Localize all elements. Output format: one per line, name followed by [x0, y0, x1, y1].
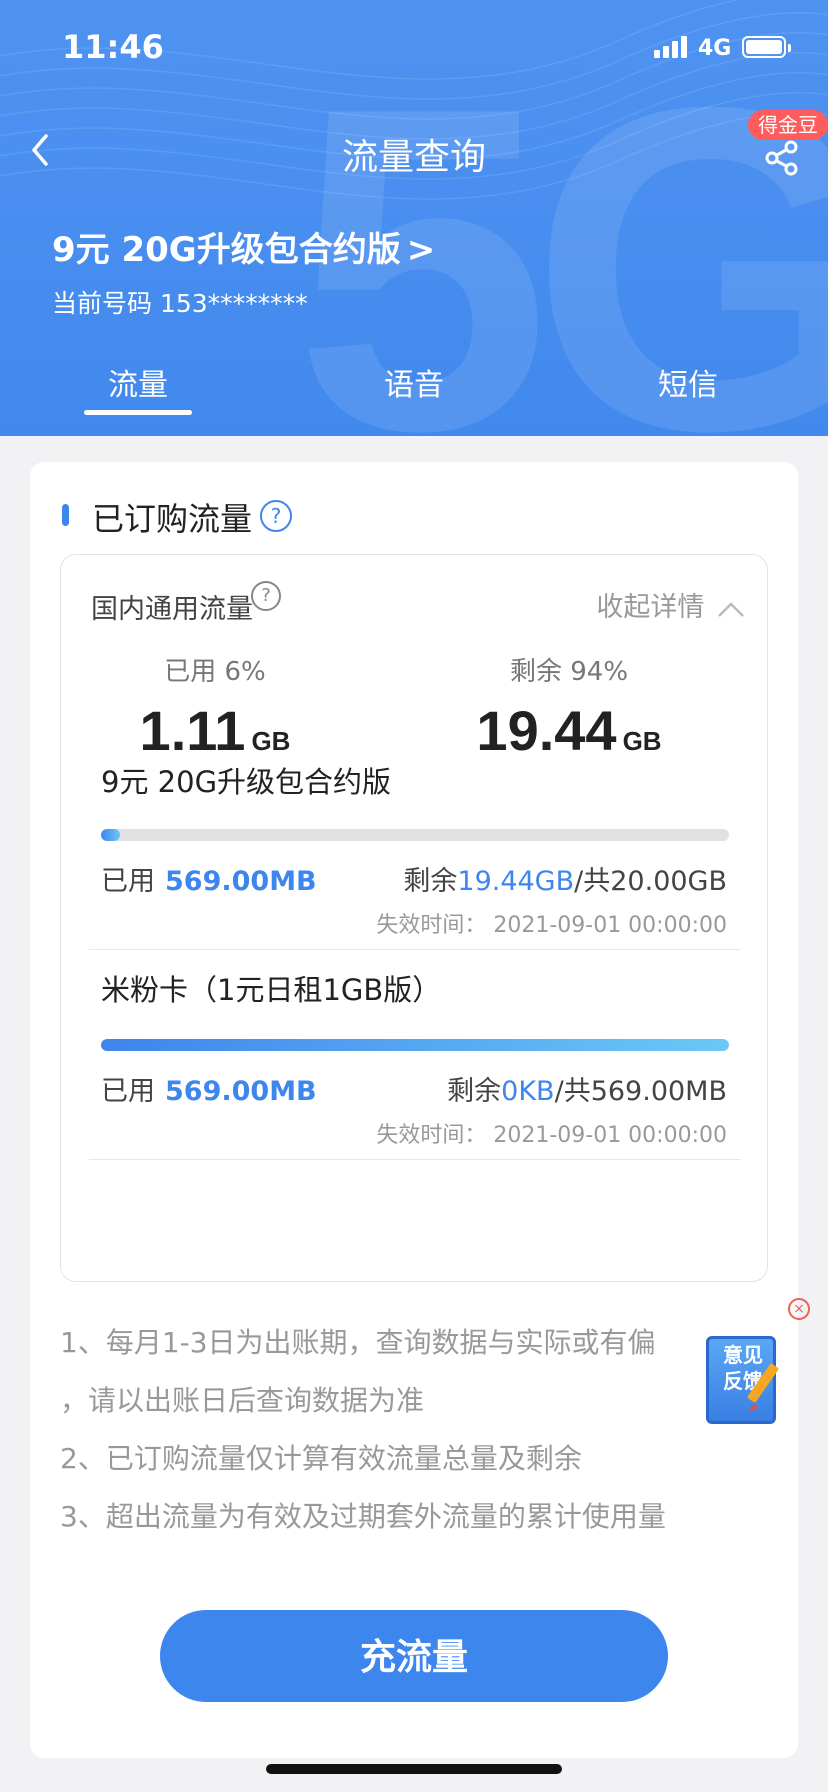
used-label: 已用	[101, 1076, 155, 1107]
tab-data[interactable]: 流量	[58, 360, 218, 404]
total-label: /共	[554, 1076, 591, 1107]
remain-label: 剩余	[447, 1076, 502, 1107]
status-time: 11:46	[62, 28, 164, 66]
phone-number: 153********	[159, 289, 308, 318]
package-expire: 失效时间： 2021-09-01 00:00:00	[376, 1123, 727, 1148]
note-item: 1、每月1-3日为出账期，查询数据与实际或有偏	[60, 1326, 656, 1359]
share-icon[interactable]	[764, 140, 800, 176]
domestic-data-title: 国内通用流量	[91, 594, 253, 625]
used-label: 已用	[101, 866, 155, 897]
domestic-help-icon[interactable]: ?	[251, 581, 281, 611]
package-expire: 失效时间： 2021-09-01 00:00:00	[376, 913, 727, 938]
total-value: 20.00GB	[610, 866, 727, 897]
current-phone: 当前号码 153********	[52, 284, 308, 320]
section-title: 已订购流量	[92, 500, 253, 538]
tab-voice[interactable]: 语音	[334, 360, 494, 404]
used-amount-value: 1.11	[139, 699, 246, 762]
divider	[89, 949, 741, 950]
battery-icon	[742, 36, 791, 58]
package-progress-fill	[101, 829, 120, 841]
package-remaining: 剩余0KB/共569.00MB	[447, 1069, 727, 1108]
plan-name-link[interactable]: 9元 20G升级包合约版 >	[52, 222, 435, 271]
note-item: ，请以出账日后查询数据为准	[60, 1384, 425, 1417]
plan-name-text: 9元 20G升级包合约版	[52, 230, 401, 270]
package-remaining: 剩余19.44GB/共20.00GB	[403, 859, 727, 898]
header: 5G 11:46 4G 流量查询 得金豆 9元 20G升级包合约版 > 当前号码 …	[0, 0, 828, 436]
phone-label: 当前号码	[52, 289, 153, 318]
package-used: 已用 569.00MB	[101, 1069, 317, 1108]
remaining-percent-label: 剩余 94%	[509, 657, 629, 687]
remain-value: 0KB	[501, 1076, 555, 1107]
total-value: 569.00MB	[590, 1076, 727, 1107]
package-progress-bar	[101, 829, 729, 841]
remaining-amount-value: 19.44	[476, 699, 617, 762]
remaining-stat: 剩余 94% 19.44 GB	[419, 651, 719, 763]
subscribed-data-card: 已订购流量 ? 国内通用流量 ? 收起详情 已用 6% 1.11 GB 剩余 94…	[30, 462, 810, 1758]
used-amount: 1.11 GB	[65, 698, 365, 763]
pencil-icon	[747, 1363, 779, 1412]
gold-bean-badge[interactable]: 得金豆	[748, 110, 828, 140]
total-label: /共	[574, 866, 611, 897]
chevron-up-icon	[718, 601, 744, 617]
package-progress-bar	[101, 1039, 729, 1051]
remaining-amount: 19.44 GB	[419, 698, 719, 763]
used-percent-label: 已用 6%	[164, 657, 266, 687]
package-name: 米粉卡（1元日租1GB版）	[101, 973, 442, 1007]
note-item: 2、已订购流量仅计算有效流量总量及剩余	[60, 1442, 582, 1475]
notes-list: 1、每月1-3日为出账期，查询数据与实际或有偏 ，请以出账日后查询数据为准 2、…	[60, 1314, 768, 1546]
collapse-label: 收起详情	[596, 592, 705, 623]
network-type: 4G	[698, 36, 732, 61]
tab-sms[interactable]: 短信	[608, 360, 768, 404]
help-icon[interactable]: ?	[260, 500, 292, 532]
used-stat: 已用 6% 1.11 GB	[65, 651, 365, 763]
used-value: 569.00MB	[165, 1076, 317, 1107]
remain-label: 剩余	[403, 866, 458, 897]
active-tab-indicator	[84, 410, 192, 415]
remain-value: 19.44GB	[457, 866, 575, 897]
note-item: 3、超出流量为有效及过期套外流量的累计使用量	[60, 1500, 666, 1533]
home-indicator	[266, 1764, 562, 1774]
chevron-right-icon: >	[406, 230, 436, 270]
used-value: 569.00MB	[165, 866, 317, 897]
feedback-button[interactable]: 意见 反馈	[706, 1330, 784, 1426]
page-title: 流量查询	[341, 137, 486, 178]
recharge-data-button[interactable]: 充流量	[160, 1610, 668, 1702]
signal-icon	[654, 36, 687, 58]
divider	[89, 1159, 741, 1160]
package-used: 已用 569.00MB	[101, 859, 317, 898]
remaining-amount-unit: GB	[622, 726, 662, 756]
domestic-data-panel: 国内通用流量 ? 收起详情 已用 6% 1.11 GB 剩余 94% 19.44 G…	[60, 554, 768, 1282]
tab-bar: 流量 语音 短信	[0, 360, 828, 420]
section-accent-bar	[62, 504, 69, 526]
package-progress-fill	[101, 1039, 729, 1051]
feedback-close-icon[interactable]: ×	[788, 1298, 810, 1320]
package-name: 9元 20G升级包合约版	[101, 765, 392, 799]
status-bar: 11:46 4G	[0, 0, 828, 100]
collapse-details-toggle[interactable]: 收起详情	[596, 585, 745, 624]
used-amount-unit: GB	[251, 726, 291, 756]
